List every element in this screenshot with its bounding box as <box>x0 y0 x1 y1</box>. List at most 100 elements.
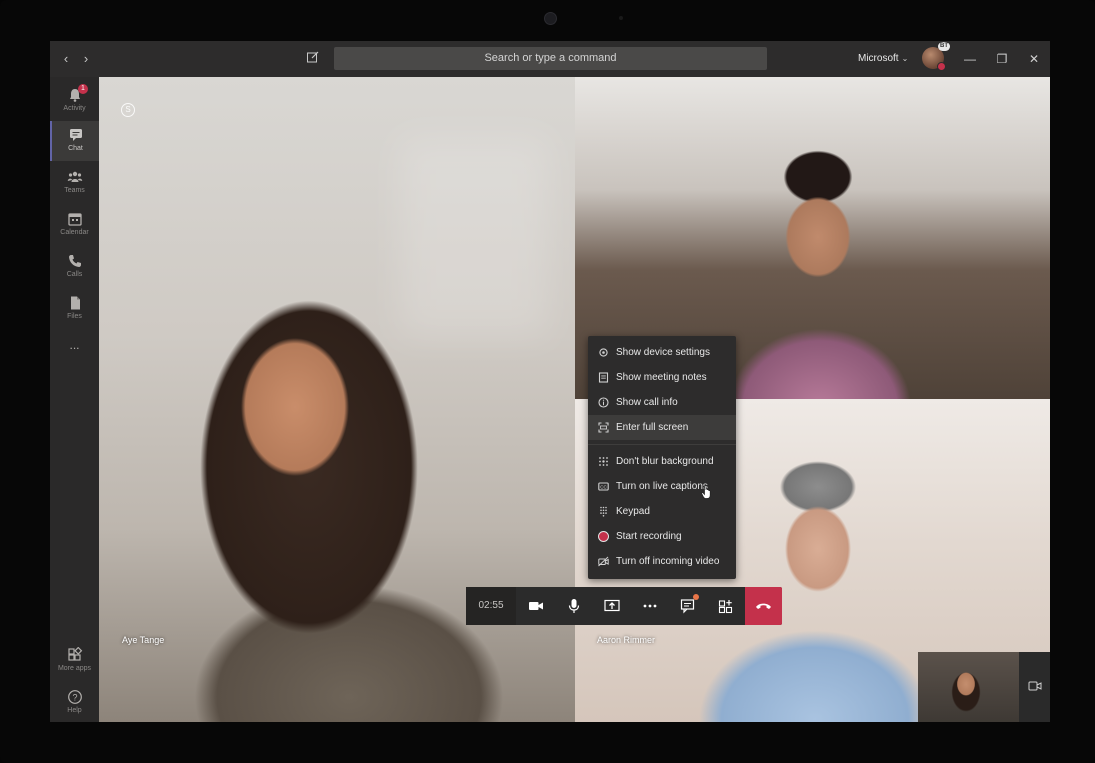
gear-icon <box>599 348 608 357</box>
mouse-pointer-icon <box>701 485 711 499</box>
avatar-badge: BT <box>938 42 950 51</box>
search-input[interactable]: Search or type a command <box>334 47 767 70</box>
menu-item-label: Start recording <box>616 531 682 542</box>
rail-item-help[interactable]: ? Help <box>50 683 99 722</box>
more-actions-button[interactable] <box>631 587 669 625</box>
svg-text:CC: CC <box>600 485 607 490</box>
video-camera-icon <box>529 602 543 610</box>
light-sensor <box>619 16 623 20</box>
call-controls-bar: 02:55 <box>466 587 782 625</box>
menu-item-call-info[interactable]: Show call info <box>588 390 736 415</box>
info-icon <box>598 397 609 408</box>
more-actions-menu: Show device settings Show meeting notes … <box>588 336 736 579</box>
rail-item-calls[interactable]: Calls <box>50 247 99 287</box>
participant-name-left: Aye Tange <box>122 635 165 645</box>
more-options-icon[interactable]: ... <box>50 335 99 361</box>
captions-icon: CC <box>598 482 609 491</box>
hang-up-icon <box>756 603 771 609</box>
menu-divider <box>588 444 736 445</box>
rail-item-more-apps[interactable]: More apps <box>50 641 99 681</box>
title-bar: ‹ › Search or type a command Microsoft ⌄ … <box>50 41 1050 77</box>
self-view-toolbar <box>1019 652 1050 722</box>
file-icon <box>70 296 80 310</box>
camera-off-icon[interactable] <box>1028 680 1042 692</box>
chat-icon <box>69 129 82 141</box>
menu-item-blur-background[interactable]: Don't blur background <box>588 449 736 474</box>
chevron-down-icon: ⌄ <box>901 54 909 63</box>
menu-item-start-recording[interactable]: Start recording <box>588 524 736 549</box>
conversation-icon <box>680 599 695 614</box>
rail-label: Help <box>67 707 82 714</box>
teams-window: ‹ › Search or type a command Microsoft ⌄ … <box>50 41 1050 722</box>
meeting-logo-icon: S <box>121 103 135 117</box>
call-timer: 02:55 <box>466 587 516 625</box>
call-stage: S Aye Tange Aaron Rimmer Show device set… <box>99 77 1050 722</box>
app-rail: Activity 1 Chat Teams Calendar Calls Fil… <box>50 77 99 722</box>
menu-item-incoming-video[interactable]: Turn off incoming video <box>588 549 736 574</box>
menu-item-label: Turn on live captions <box>616 481 708 492</box>
menu-item-label: Show meeting notes <box>616 372 707 383</box>
share-screen-icon <box>604 599 620 612</box>
svg-text:?: ? <box>72 693 77 703</box>
unread-indicator <box>693 594 699 600</box>
menu-item-label: Don't blur background <box>616 456 714 467</box>
show-conversation-button[interactable] <box>669 587 707 625</box>
video-off-icon <box>598 556 609 567</box>
menu-item-device-settings[interactable]: Show device settings <box>588 340 736 365</box>
self-view-video[interactable] <box>918 652 1019 722</box>
rail-label: Teams <box>64 187 85 194</box>
hang-up-button[interactable] <box>745 587 782 625</box>
video-tile-left[interactable]: S <box>99 77 575 722</box>
menu-item-live-captions[interactable]: CC Turn on live captions <box>588 474 736 499</box>
menu-item-meeting-notes[interactable]: Show meeting notes <box>588 365 736 390</box>
rail-item-files[interactable]: Files <box>50 289 99 329</box>
camera-toggle-button[interactable] <box>517 587 555 625</box>
menu-item-label: Show device settings <box>616 347 710 358</box>
forward-arrow-icon[interactable]: › <box>78 50 94 68</box>
apps-icon <box>67 647 82 661</box>
calendar-icon <box>67 213 82 226</box>
rail-item-teams[interactable]: Teams <box>50 163 99 203</box>
menu-item-label: Show call info <box>616 397 678 408</box>
tenant-name: Microsoft <box>858 53 899 64</box>
rail-label: More apps <box>57 665 92 672</box>
close-icon[interactable]: ✕ <box>1025 50 1043 68</box>
rail-item-chat[interactable]: Chat <box>50 121 99 161</box>
participant-name-right: Aaron Rimmer <box>597 635 656 645</box>
more-options-icon <box>643 604 657 608</box>
rail-label: Chat <box>68 145 83 152</box>
record-icon <box>598 531 609 542</box>
full-screen-icon <box>598 422 609 433</box>
show-participants-button[interactable] <box>707 587 745 625</box>
rail-label: Files <box>67 313 82 320</box>
rail-label: Calls <box>66 271 83 278</box>
rail-label: ... <box>69 338 80 352</box>
webcam-lens <box>544 12 557 25</box>
menu-item-keypad[interactable]: Keypad <box>588 499 736 524</box>
back-arrow-icon[interactable]: ‹ <box>58 50 74 68</box>
mute-button[interactable] <box>555 587 593 625</box>
menu-item-label: Keypad <box>616 506 650 517</box>
microphone-icon <box>568 599 580 613</box>
phone-icon <box>68 255 81 267</box>
teams-icon <box>67 171 82 182</box>
compose-icon[interactable] <box>306 50 322 68</box>
rail-item-activity[interactable]: Activity 1 <box>50 81 99 121</box>
keypad-icon <box>600 506 607 517</box>
participants-icon <box>718 600 733 614</box>
restore-icon[interactable]: ❐ <box>993 50 1011 68</box>
rail-item-calendar[interactable]: Calendar <box>50 205 99 245</box>
rail-label: Calendar <box>60 229 89 236</box>
minimize-icon[interactable]: — <box>961 50 979 68</box>
blur-icon <box>599 457 608 466</box>
menu-item-label: Turn off incoming video <box>616 556 720 567</box>
presence-status-icon <box>937 62 946 71</box>
menu-item-full-screen[interactable]: Enter full screen <box>588 415 736 440</box>
share-screen-button[interactable] <box>593 587 631 625</box>
help-icon: ? <box>67 690 82 704</box>
notification-badge: 1 <box>78 84 88 94</box>
notes-icon <box>598 372 609 383</box>
rail-label: Activity <box>63 105 86 112</box>
menu-item-label: Enter full screen <box>616 422 689 433</box>
tenant-switcher[interactable]: Microsoft ⌄ <box>858 51 908 67</box>
